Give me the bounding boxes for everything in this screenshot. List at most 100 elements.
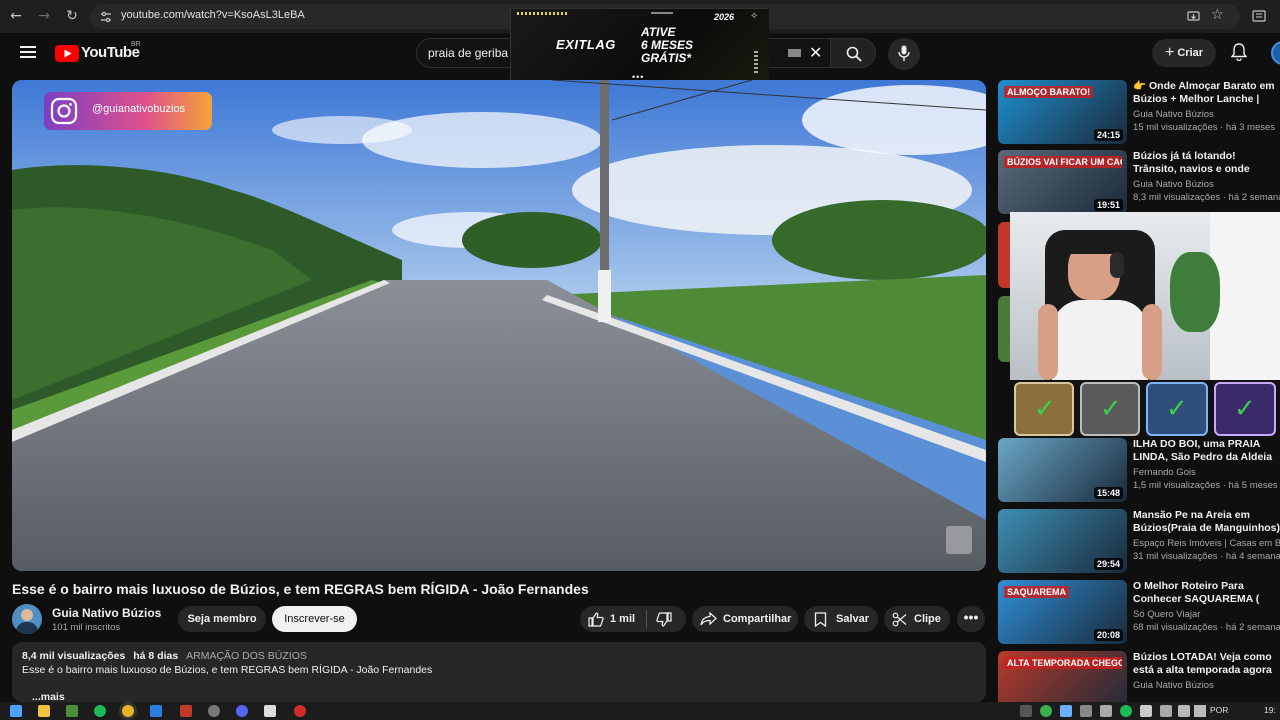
search-button[interactable]: [830, 38, 876, 68]
app-icon[interactable]: [150, 705, 162, 717]
start-icon[interactable]: [10, 705, 22, 717]
recommended-channel[interactable]: Só Quero Viajar: [1133, 609, 1200, 620]
description-text: Esse é o bairro mais luxuoso de Búzios, …: [22, 664, 433, 676]
system-tray[interactable]: [1020, 705, 1190, 717]
share-button[interactable]: Compartilhar: [692, 606, 798, 632]
recommended-meta: 1,5 mil visualizações · há 5 meses: [1133, 480, 1278, 491]
app-icon[interactable]: [208, 705, 220, 717]
recommended-title[interactable]: Búzios LOTADA! Veja como está a alta tem…: [1133, 651, 1280, 678]
video-thumbnail[interactable]: BÚZIOS VAI FICAR UM CAOS! 19:51: [998, 150, 1127, 214]
webcam-plant: [1170, 252, 1220, 332]
exitlag-ad-banner[interactable]: EXITLAG ATIVE 6 MESES GRÁTIS* 2026 ✧ •••: [510, 8, 769, 82]
tray-icon[interactable]: [1120, 705, 1132, 717]
channel-name[interactable]: Guia Nativo Búzios: [52, 606, 161, 620]
tray-icon[interactable]: [1080, 705, 1092, 717]
save-button[interactable]: Salvar: [804, 606, 878, 632]
language-indicator[interactable]: POR: [1210, 705, 1228, 715]
recommended-meta: 68 mil visualizações · há 2 semanas: [1133, 622, 1280, 633]
spotify-icon[interactable]: [94, 705, 106, 717]
ad-side-stripes: [754, 49, 758, 73]
share-icon: [700, 612, 717, 626]
account-avatar[interactable]: [1271, 41, 1280, 65]
recommended-channel[interactable]: Guia Nativo Búzios: [1133, 680, 1214, 691]
webcam-curtain: [1210, 212, 1280, 380]
video-duration: 24:15: [1093, 129, 1123, 141]
upload-age: há 8 dias: [133, 650, 179, 662]
recommended-channel[interactable]: Guia Nativo Búzios: [1133, 179, 1214, 190]
subscribe-button[interactable]: Inscrever-se: [272, 606, 357, 632]
tray-icon[interactable]: [1140, 705, 1152, 717]
mic-tray-icon[interactable]: [1160, 705, 1172, 717]
tray-icon[interactable]: [1020, 705, 1032, 717]
recommended-title[interactable]: O Melhor Roteiro Para Conhecer SAQUAREMA…: [1133, 580, 1280, 607]
video-thumbnail[interactable]: 15:48: [998, 438, 1127, 502]
video-thumbnail[interactable]: 29:54: [998, 509, 1127, 573]
webcam-person-shirt: [1052, 300, 1148, 380]
create-label: Criar: [1177, 47, 1204, 59]
join-button[interactable]: Seja membro: [178, 606, 266, 632]
channel-avatar[interactable]: [12, 604, 42, 634]
recommended-channel[interactable]: Espaço Reis Imóveis | Casas em Bú...: [1133, 538, 1280, 549]
recommended-video[interactable]: SAQUAREMA 20:08 O Melhor Roteiro Para Conh…: [998, 580, 1280, 644]
location-tag[interactable]: ARMAÇÃO DOS BÚZIOS: [186, 650, 307, 662]
ad-options-icon[interactable]: ✧: [750, 11, 758, 22]
youtube-logo[interactable]: YouTube BR: [55, 41, 175, 64]
voice-search-button[interactable]: [888, 38, 920, 70]
description-box[interactable]: 8,4 mil visualizações há 8 dias ARMAÇÃO …: [12, 642, 986, 703]
forward-icon[interactable]: →: [34, 6, 54, 26]
video-player[interactable]: @guianativobuzios: [12, 80, 986, 571]
tray-icon[interactable]: [1040, 705, 1052, 717]
network-icon[interactable]: [1178, 705, 1190, 717]
clip-button[interactable]: Clipe: [884, 606, 950, 632]
app-icon[interactable]: [66, 705, 78, 717]
file-explorer-icon[interactable]: [38, 705, 50, 717]
clear-search-icon[interactable]: ✕: [809, 43, 822, 62]
ad-stripes: [517, 12, 569, 15]
video-title: Esse é o bairro mais luxuoso de Búzios, …: [12, 581, 589, 597]
recommended-channel[interactable]: Fernando Gois: [1133, 467, 1196, 478]
windows-taskbar: POR 19:: [0, 702, 1280, 720]
reload-icon[interactable]: ↻: [62, 6, 82, 26]
app-icon[interactable]: [294, 705, 306, 717]
recommended-video[interactable]: 15:48 ILHA DO BOI, uma PRAIA LINDA, São P…: [998, 438, 1280, 502]
video-thumbnail[interactable]: SAQUAREMA 20:08: [998, 580, 1127, 644]
app-icon[interactable]: [264, 705, 276, 717]
thumbnail-caption: ALMOÇO BARATO!: [1004, 86, 1094, 98]
back-icon[interactable]: ←: [6, 6, 26, 26]
video-thumbnail[interactable]: ALMOÇO BARATO! 24:15: [998, 80, 1127, 144]
recommended-video[interactable]: BÚZIOS VAI FICAR UM CAOS! 19:51 Búzios já …: [998, 150, 1280, 214]
thumbnail-caption: ALTA TEMPORADA CHEGOU!: [1004, 657, 1122, 669]
menu-icon[interactable]: [20, 45, 36, 59]
tray-icon[interactable]: [1060, 705, 1072, 717]
recommended-title[interactable]: Mansão Pe na Areia em Búzios(Praia de Ma…: [1133, 509, 1280, 536]
recommended-video[interactable]: ALMOÇO BARATO! 24:15 👉 Onde Almoçar Barato…: [998, 80, 1280, 144]
more-actions-icon[interactable]: •••: [957, 606, 985, 632]
tray-icon[interactable]: [1100, 705, 1112, 717]
chrome-icon[interactable]: [122, 705, 134, 717]
clip-label: Clipe: [914, 613, 941, 625]
create-button[interactable]: + Criar: [1152, 39, 1216, 67]
volume-icon[interactable]: [1194, 705, 1206, 717]
partially-hidden-thumbnail[interactable]: [998, 296, 1010, 362]
recommended-title[interactable]: 👉 Onde Almoçar Barato em Búzios + Melhor…: [1133, 80, 1280, 107]
recommended-title[interactable]: ILHA DO BOI, uma PRAIA LINDA, São Pedro …: [1133, 438, 1280, 465]
webcam-person-arm-left: [1038, 304, 1058, 380]
recommended-title[interactable]: Búzios já tá lotando! Trânsito, navios e…: [1133, 150, 1280, 177]
notifications-bell-icon[interactable]: [1231, 43, 1247, 61]
recommended-video[interactable]: 29:54 Mansão Pe na Areia em Búzios(Praia …: [998, 509, 1280, 573]
app-icon[interactable]: [180, 705, 192, 717]
recommended-channel[interactable]: Guia Nativo Búzios: [1133, 109, 1214, 120]
reading-list-icon[interactable]: [1252, 9, 1266, 23]
partially-hidden-thumbnail[interactable]: [998, 222, 1010, 288]
keyboard-icon[interactable]: [788, 49, 801, 57]
like-icon[interactable]: [588, 612, 604, 627]
channel-watermark[interactable]: [946, 526, 972, 554]
dislike-icon[interactable]: [656, 612, 672, 627]
clock[interactable]: 19:: [1264, 705, 1276, 715]
install-app-icon[interactable]: [1187, 10, 1200, 23]
discord-icon[interactable]: [236, 705, 248, 717]
subscriber-count: 101 mil inscritos: [52, 622, 121, 633]
site-settings-icon[interactable]: [100, 11, 112, 23]
video-duration: 29:54: [1093, 558, 1123, 570]
bookmark-star-icon[interactable]: ☆: [1211, 6, 1224, 23]
